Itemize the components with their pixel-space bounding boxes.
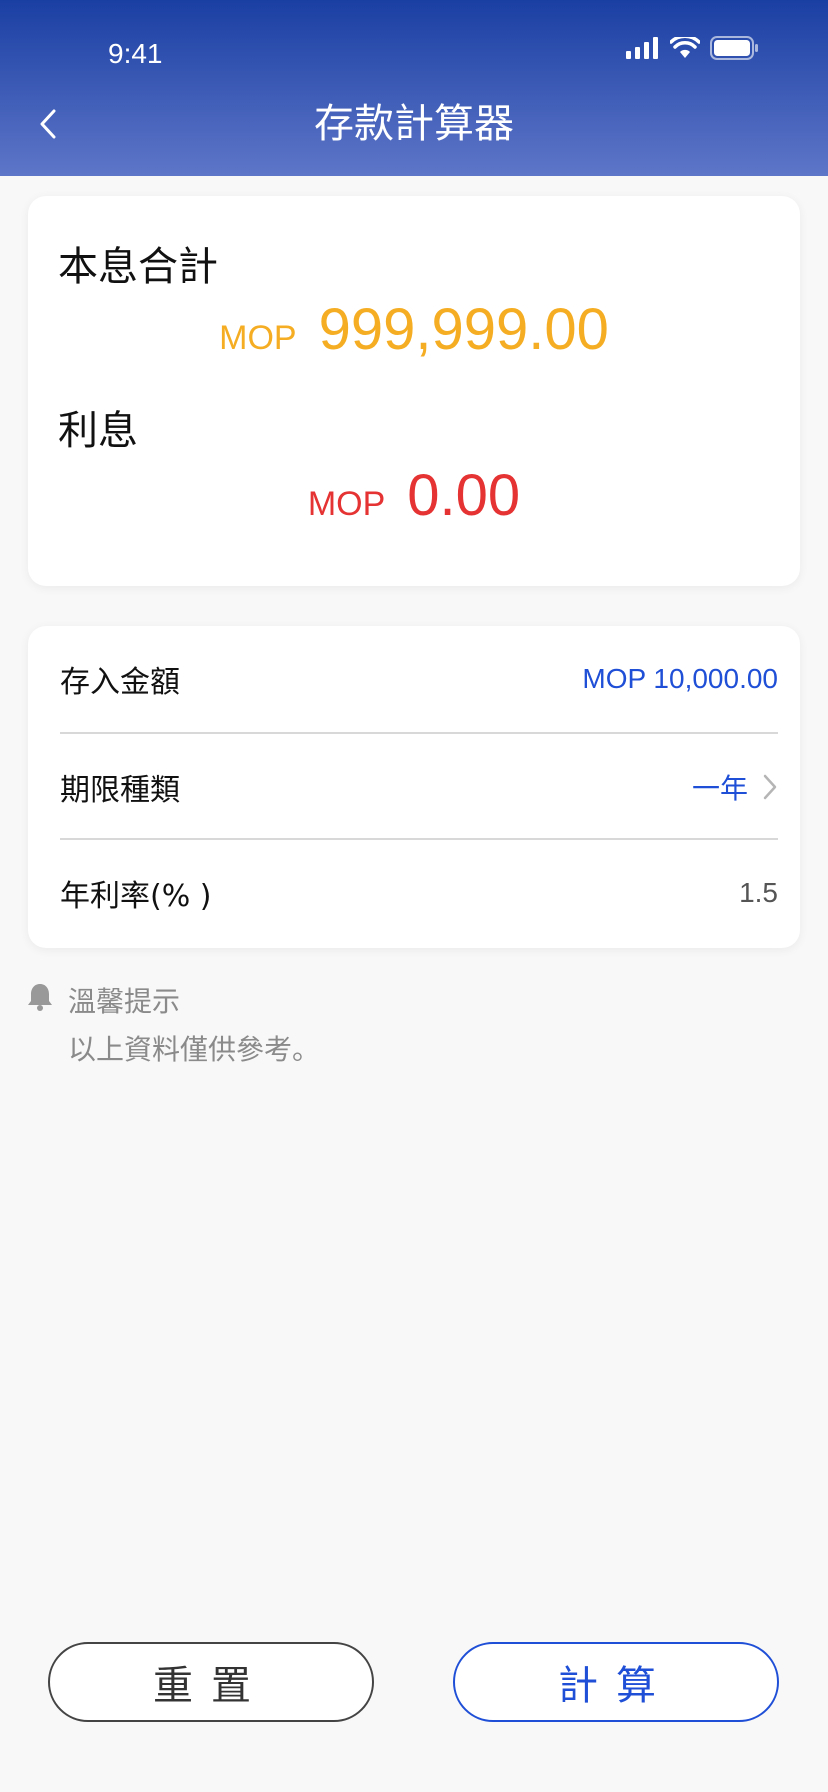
total-currency: MOP (219, 319, 297, 357)
status-icons (626, 36, 758, 60)
total-label: 本息合計 (58, 244, 218, 290)
term-value: 一年 (691, 773, 748, 804)
total-amount: 999,999.00 (318, 297, 609, 362)
interest-label: 利息 (58, 408, 138, 454)
calculate-button[interactable]: 計算 (453, 1642, 779, 1722)
rate-row: 年利率(% ) 1.5 (60, 840, 778, 946)
term-label: 期限種類 (60, 773, 180, 808)
term-row[interactable]: 期限種類 一年 (60, 734, 778, 840)
page-title: 存款計算器 (314, 101, 514, 147)
total-value: MOP 999,999.00 (28, 296, 800, 363)
term-selector[interactable]: 一年 (692, 767, 778, 807)
form-card: 存入金額 MOP 10,000.00 期限種類 一年 年利率(% ) 1.5 (28, 626, 800, 948)
signal-icon (626, 37, 658, 59)
deposit-row[interactable]: 存入金額 MOP 10,000.00 (60, 626, 778, 732)
app-header: 9:41 存款計算器 (0, 0, 828, 176)
deposit-label: 存入金額 (60, 665, 180, 700)
interest-currency: MOP (307, 485, 386, 523)
rate-value: 1.5 (739, 877, 778, 908)
reset-button[interactable]: 重置 (48, 1642, 374, 1722)
tip-text: 以上資料僅供參考。 (68, 1033, 321, 1066)
bell-icon (28, 984, 52, 1011)
battery-icon (710, 36, 758, 60)
wifi-icon (670, 37, 700, 58)
interest-value: MOP 0.00 (28, 462, 800, 529)
status-time: 9:41 (108, 38, 163, 69)
rate-label: 年利率(% ) (60, 879, 212, 914)
interest-amount: 0.00 (407, 463, 521, 528)
chevron-right-icon (763, 774, 777, 800)
deposit-value[interactable]: MOP 10,000.00 (582, 663, 778, 695)
tip-title: 溫馨提示 (68, 985, 181, 1018)
result-card: 本息合計 MOP 999,999.00 利息 MOP 0.00 (28, 196, 800, 586)
